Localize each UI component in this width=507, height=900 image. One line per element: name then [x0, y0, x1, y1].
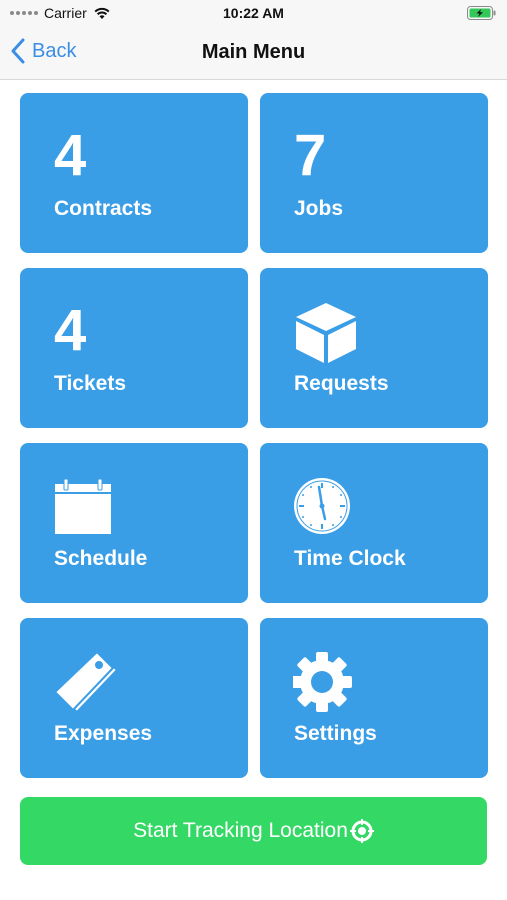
settings-tile[interactable]: Settings — [260, 618, 488, 778]
schedule-tile[interactable]: Schedule — [20, 443, 248, 603]
tickets-tile[interactable]: 4 Tickets — [20, 268, 248, 428]
contracts-count: 4 — [54, 123, 87, 188]
settings-label: Settings — [294, 722, 377, 745]
tickets-label: Tickets — [54, 372, 126, 395]
status-bar: Carrier 10:22 AM — [0, 0, 507, 26]
expenses-tile[interactable]: Expenses — [20, 618, 248, 778]
location-target-icon — [349, 819, 374, 843]
cube-icon — [296, 303, 356, 363]
expenses-label: Expenses — [54, 722, 153, 745]
jobs-label: Jobs — [294, 197, 344, 220]
page-title: Main Menu — [201, 41, 306, 63]
tag-icon — [53, 650, 119, 714]
jobs-count: 7 — [294, 123, 327, 188]
requests-tile[interactable]: Requests — [260, 268, 488, 428]
start-tracking-location-button[interactable]: Start Tracking Location — [20, 797, 487, 865]
gear-icon — [293, 652, 352, 712]
schedule-label: Schedule — [54, 547, 148, 570]
tickets-count: 4 — [54, 298, 87, 363]
time-clock-tile[interactable]: Time Clock — [260, 443, 488, 603]
menu-grid: 4 Contracts 7 Jobs 4 Tickets Requests Sc… — [20, 93, 488, 778]
contracts-label: Contracts — [54, 197, 153, 220]
tracking-button-label: Start Tracking Location — [133, 819, 348, 842]
navigation-bar: Back Main Menu — [0, 26, 507, 80]
time-clock-label: Time Clock — [294, 547, 406, 570]
jobs-tile[interactable]: 7 Jobs — [260, 93, 488, 253]
calendar-icon — [55, 478, 111, 534]
status-time: 10:22 AM — [223, 5, 284, 21]
requests-label: Requests — [294, 372, 389, 395]
contracts-tile[interactable]: 4 Contracts — [20, 93, 248, 253]
battery-charging-icon — [467, 6, 496, 20]
clock-icon — [294, 478, 350, 534]
